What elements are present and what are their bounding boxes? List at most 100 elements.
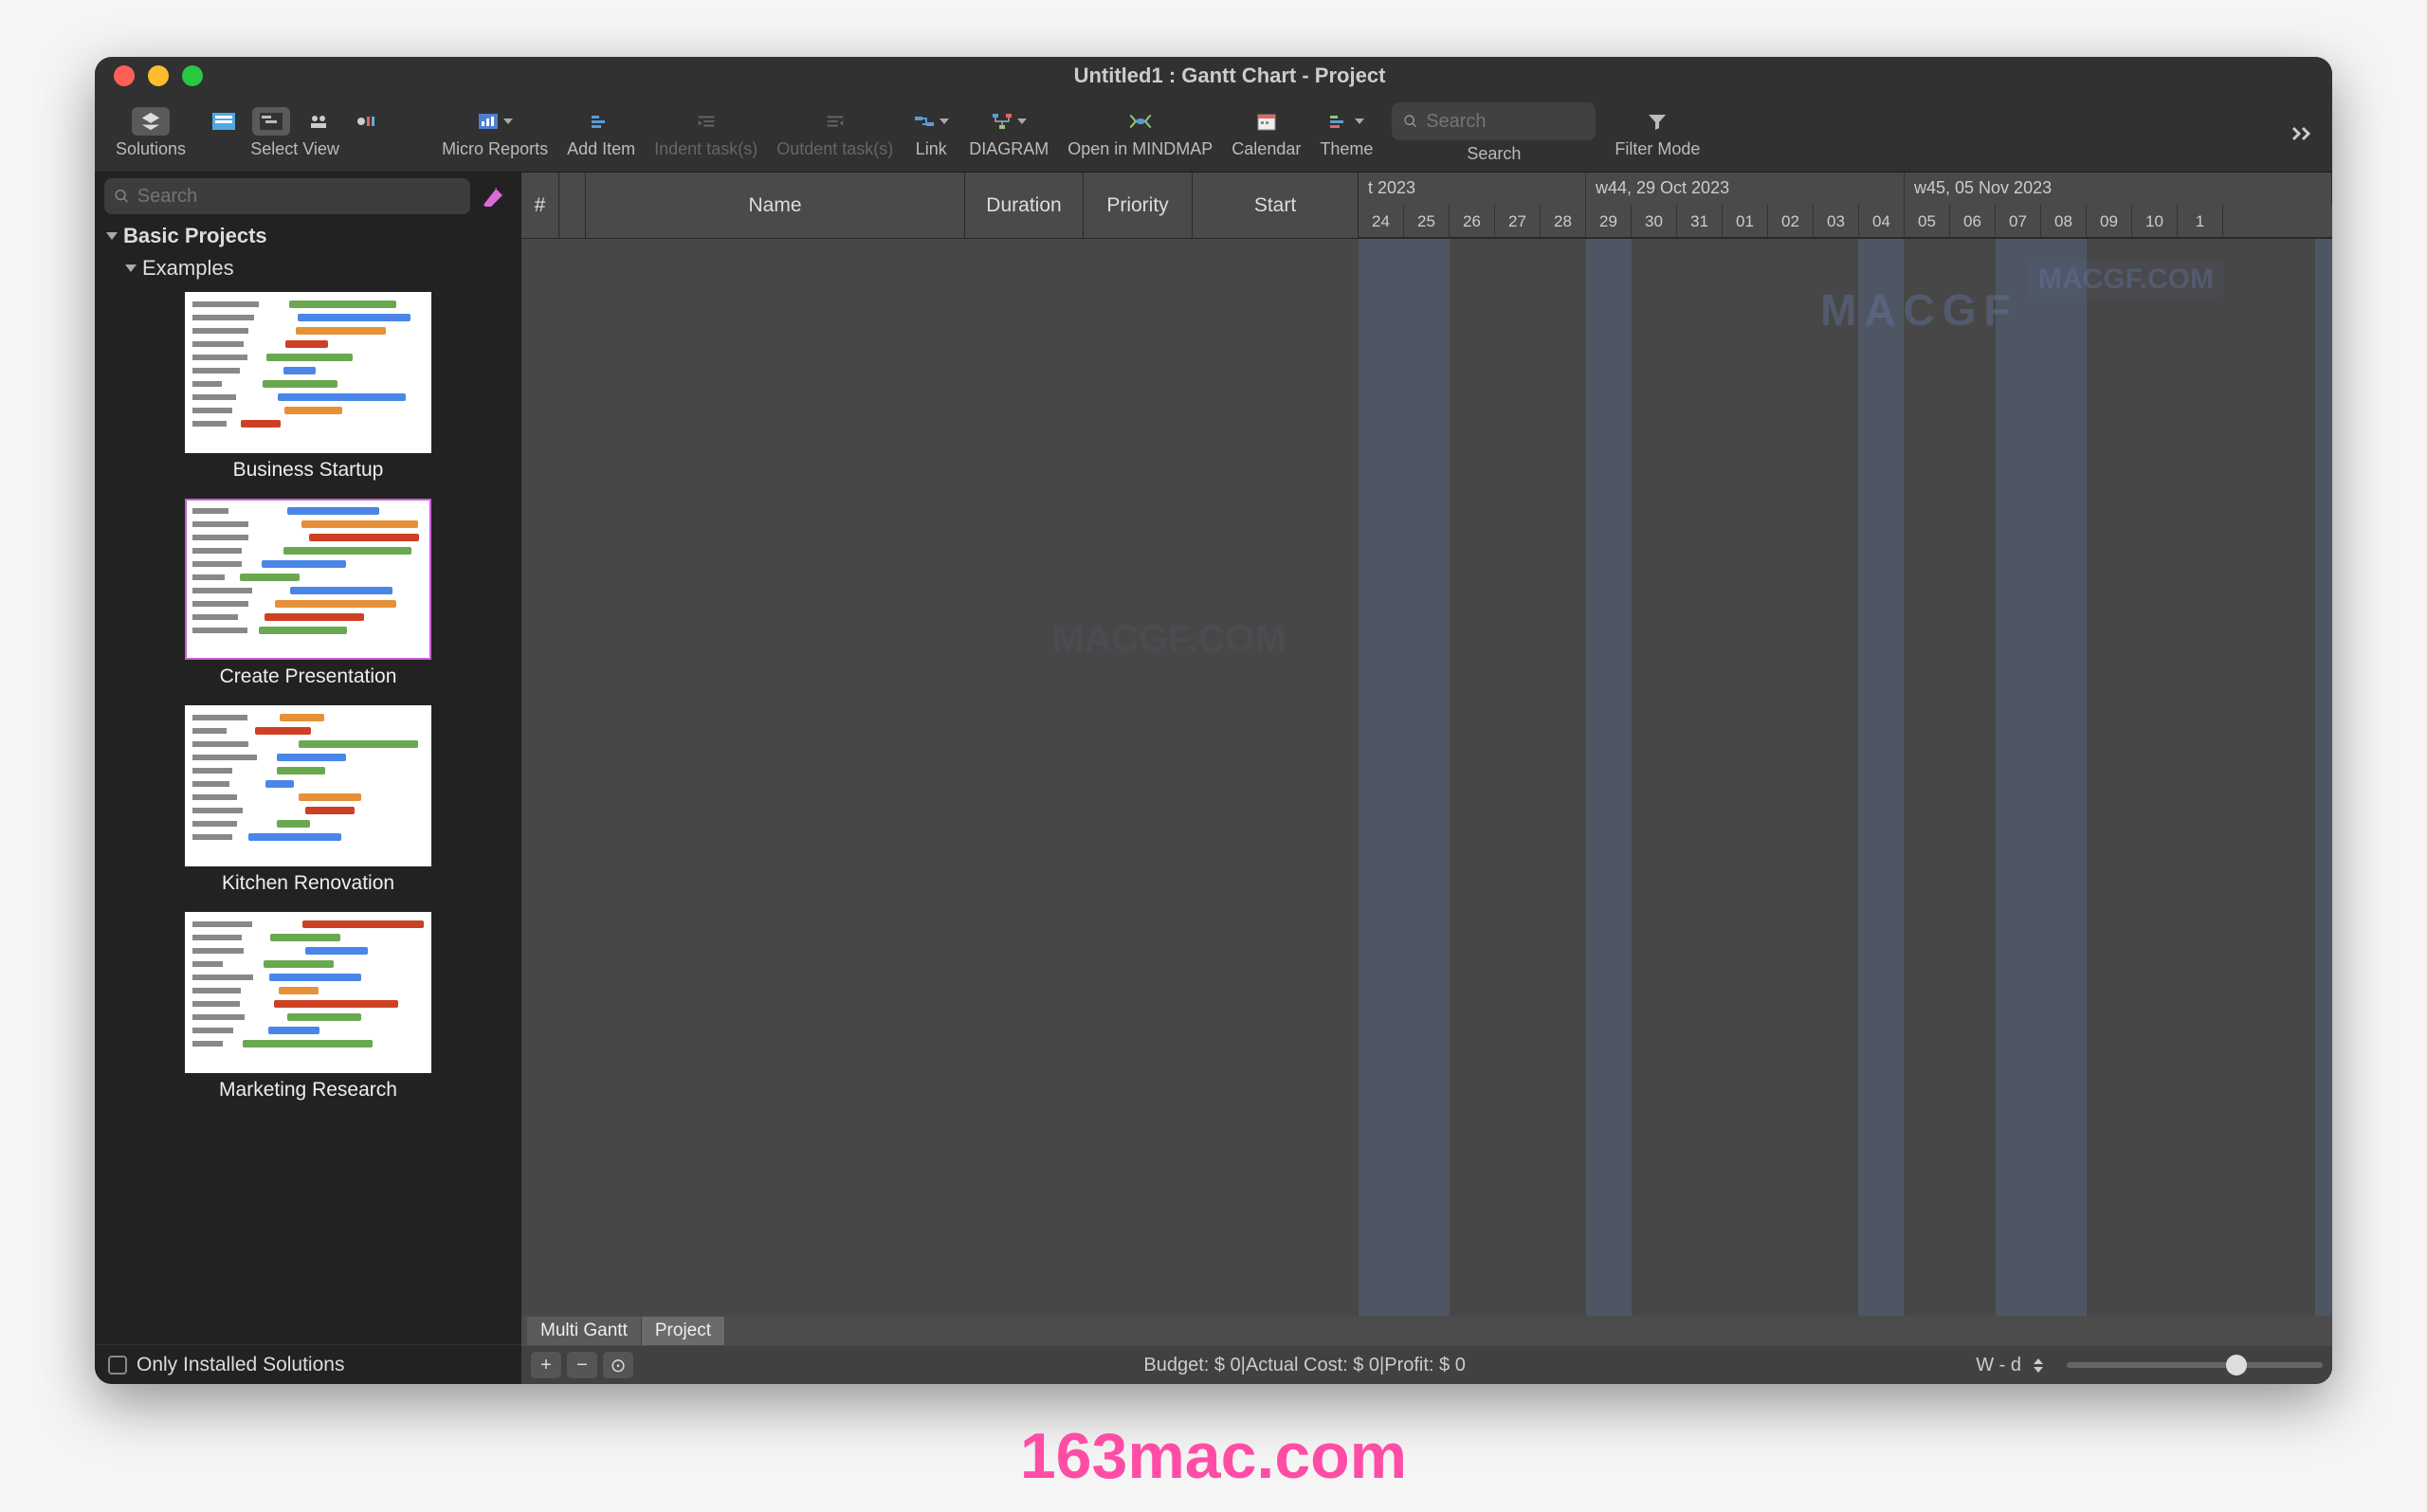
minimize-window-button[interactable] <box>148 65 169 86</box>
day-cell[interactable]: 24 <box>1359 205 1404 237</box>
view-tabs: Multi Gantt Project <box>521 1316 2332 1346</box>
scale-stepper[interactable] <box>2029 1358 2048 1373</box>
week-cell[interactable]: w44, 29 Oct 2023 <box>1586 173 1905 205</box>
gantt-body[interactable]: MACGF.COM MACGF.COM MACGF <box>521 239 2332 1316</box>
zoom-slider-knob[interactable] <box>2226 1355 2247 1375</box>
toolbar-outdent[interactable]: Outdent task(s) <box>767 107 903 159</box>
day-cell[interactable]: 28 <box>1541 205 1586 237</box>
tree-basic-projects[interactable]: Basic Projects <box>95 220 521 252</box>
only-installed-checkbox[interactable] <box>108 1356 127 1375</box>
toolbar-micro-reports[interactable]: Micro Reports <box>432 107 557 159</box>
toolbar-theme[interactable]: Theme <box>1310 107 1382 159</box>
day-cell[interactable]: 27 <box>1495 205 1541 237</box>
toolbar-indent[interactable]: Indent task(s) <box>645 107 767 159</box>
toolbar-diagram[interactable]: DIAGRAM <box>959 107 1058 159</box>
watermark: MACGF.COM <box>1052 618 1286 661</box>
toolbar-link[interactable]: Link <box>903 107 959 159</box>
chevron-down-icon <box>125 264 137 272</box>
status-add-button[interactable]: + <box>531 1352 561 1378</box>
col-duration[interactable]: Duration <box>965 173 1084 238</box>
toolbar-link-label: Link <box>916 139 947 159</box>
template-thumbnail[interactable] <box>185 292 431 453</box>
day-cell[interactable]: 26 <box>1450 205 1495 237</box>
day-cell[interactable]: 05 <box>1905 205 1950 237</box>
layout-icon <box>212 113 235 130</box>
sidebar-tree: Basic Projects Examples Business Startup… <box>95 220 521 1344</box>
close-window-button[interactable] <box>114 65 135 86</box>
day-cell[interactable]: 1 <box>2178 205 2223 237</box>
toolbar-overflow[interactable] <box>2283 119 2321 148</box>
view-option-1[interactable] <box>205 107 243 136</box>
chevron-down-icon <box>106 232 118 240</box>
watermark: MACGF.COM <box>2029 262 2223 298</box>
week-cell[interactable]: t 2023 <box>1359 173 1586 205</box>
day-cell[interactable]: 07 <box>1996 205 2041 237</box>
maximize-window-button[interactable] <box>182 65 203 86</box>
toolbar-add-item[interactable]: Add Item <box>557 107 645 159</box>
template-thumbnail[interactable] <box>185 705 431 866</box>
toolbar-solutions[interactable]: Solutions <box>106 107 195 159</box>
toolbar-calendar[interactable]: Calendar <box>1222 107 1310 159</box>
filter-icon <box>1647 112 1668 131</box>
tree-examples[interactable]: Examples <box>95 252 521 284</box>
view-option-3[interactable] <box>300 107 338 136</box>
status-scale: W - d <box>1976 1355 2021 1376</box>
toolbar-search-box[interactable] <box>1392 102 1596 140</box>
sidebar-footer: Only Installed Solutions <box>95 1344 521 1384</box>
solutions-icon <box>140 111 161 132</box>
week-cell[interactable]: w45, 05 Nov 2023 <box>1905 173 2332 205</box>
toolbar-filter-mode[interactable]: Filter Mode <box>1605 107 1709 159</box>
tab-multi-gantt[interactable]: Multi Gantt <box>527 1317 642 1345</box>
toolbar-theme-label: Theme <box>1320 139 1373 159</box>
toolbar-indent-label: Indent task(s) <box>654 139 757 159</box>
template-thumbnail[interactable] <box>185 912 431 1073</box>
link-icon <box>913 113 936 130</box>
day-cell[interactable]: 08 <box>2041 205 2087 237</box>
gantt-icon <box>260 113 283 130</box>
mindmap-icon <box>1128 112 1153 131</box>
search-icon <box>1403 113 1418 130</box>
toolbar-solutions-label: Solutions <box>116 139 186 159</box>
sidebar-search-input[interactable] <box>137 186 461 208</box>
chevron-right-double-icon <box>2290 124 2314 143</box>
day-cell[interactable]: 04 <box>1859 205 1905 237</box>
day-cell[interactable]: 10 <box>2132 205 2178 237</box>
day-cell[interactable]: 29 <box>1586 205 1632 237</box>
col-number[interactable]: # <box>521 173 559 238</box>
tab-project[interactable]: Project <box>642 1317 725 1345</box>
toolbar-mindmap-label: Open in MINDMAP <box>1068 139 1213 159</box>
day-cell[interactable]: 09 <box>2087 205 2132 237</box>
status-remove-button[interactable]: − <box>567 1352 597 1378</box>
people-icon <box>307 113 330 130</box>
template-thumbnail[interactable] <box>185 499 431 660</box>
day-cell[interactable]: 25 <box>1404 205 1450 237</box>
sidebar-search-box[interactable] <box>104 178 470 214</box>
col-priority[interactable]: Priority <box>1084 173 1193 238</box>
toolbar-add-item-label: Add Item <box>567 139 635 159</box>
grid-header: # Name Duration Priority Start t 2023 w4… <box>521 173 2332 239</box>
day-cell[interactable]: 01 <box>1723 205 1768 237</box>
col-start[interactable]: Start <box>1193 173 1359 238</box>
toolbar-search-input[interactable] <box>1426 111 1584 133</box>
toolbar-mindmap[interactable]: Open in MINDMAP <box>1058 107 1222 159</box>
eraser-button[interactable] <box>476 178 512 214</box>
status-bar: + − ⊙ Budget: $ 0|Actual Cost: $ 0|Profi… <box>521 1346 2332 1384</box>
col-name[interactable]: Name <box>586 173 965 238</box>
toolbar: Solutions Select View Micro Reports Add … <box>95 95 2332 173</box>
toolbar-search-group: Search <box>1382 102 1605 164</box>
day-cell[interactable]: 30 <box>1632 205 1677 237</box>
day-cell[interactable]: 03 <box>1814 205 1859 237</box>
theme-icon <box>1328 113 1351 130</box>
status-more-button[interactable]: ⊙ <box>603 1352 633 1378</box>
traffic-lights <box>114 65 203 86</box>
view-option-2[interactable] <box>252 107 290 136</box>
col-blank[interactable] <box>559 173 586 238</box>
zoom-slider[interactable] <box>2067 1362 2323 1368</box>
template-label: Marketing Research <box>219 1079 397 1102</box>
day-cell[interactable]: 02 <box>1768 205 1814 237</box>
toolbar-select-view: Select View <box>195 107 394 159</box>
view-option-4[interactable] <box>347 107 385 136</box>
day-cell[interactable]: 31 <box>1677 205 1723 237</box>
day-cell[interactable]: 06 <box>1950 205 1996 237</box>
template-label: Business Startup <box>233 459 384 482</box>
